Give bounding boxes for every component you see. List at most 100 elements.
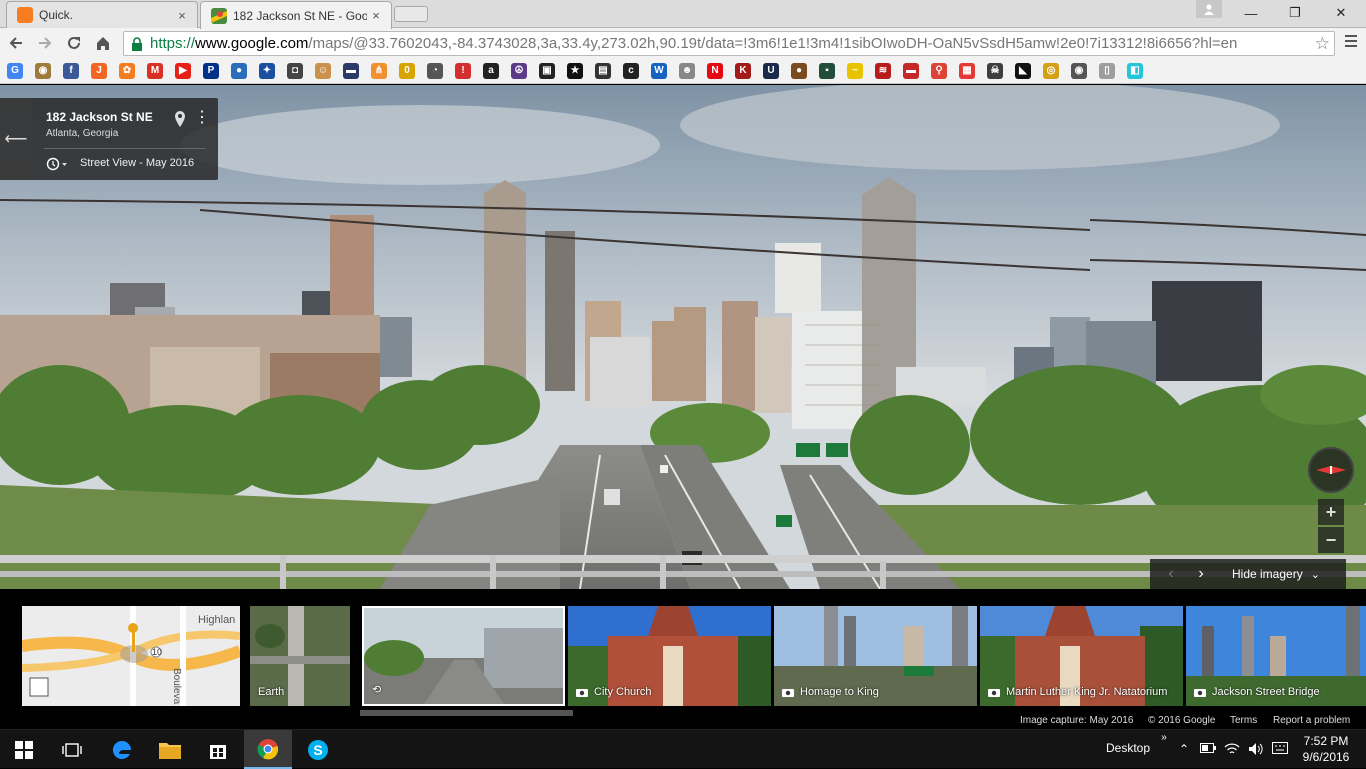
windows-start-icon[interactable] <box>0 730 48 769</box>
camera-lens-icon[interactable]: ◉ <box>1071 62 1087 79</box>
back-arrow-icon[interactable]: ⟵ <box>0 98 32 180</box>
file-explorer-icon[interactable] <box>146 730 194 769</box>
city-church-label: City Church <box>576 686 651 698</box>
homage-to-king-thumbnail[interactable]: Homage to King <box>774 606 977 706</box>
exclaim-icon[interactable]: ! <box>455 62 471 79</box>
hide-imagery-button[interactable]: Hide imagery <box>1232 567 1303 581</box>
bookmark-star-icon[interactable]: ☆ <box>1315 34 1330 54</box>
more-options-icon[interactable]: ⋮ <box>194 110 210 130</box>
zoom-in-button[interactable]: + <box>1318 499 1344 525</box>
car-red-icon[interactable]: ▬ <box>903 62 919 79</box>
wallet-icon[interactable]: ▬ <box>343 62 359 79</box>
texas-icon[interactable]: ✦ <box>259 62 275 79</box>
coin-icon[interactable]: 0 <box>399 62 415 79</box>
pirate-icon[interactable]: ☠ <box>987 62 1003 79</box>
camera-icon <box>988 689 1000 697</box>
star-box-icon[interactable]: ★ <box>567 62 583 79</box>
cat-icon[interactable]: ☻ <box>679 62 695 79</box>
restore-button[interactable]: ❐ <box>1272 0 1318 26</box>
expand-icon[interactable] <box>30 678 48 696</box>
camera-icon[interactable]: ◘ <box>287 62 303 79</box>
globe-icon[interactable]: ● <box>231 62 247 79</box>
map-thumbnail[interactable]: Highlan 10 Bouleva <box>22 606 240 706</box>
home-icon[interactable] <box>91 31 115 55</box>
tab-quick[interactable]: Quick. × <box>6 1 198 28</box>
new-tab-button[interactable] <box>394 6 428 22</box>
report-problem-link[interactable]: Report a problem <box>1273 715 1350 726</box>
forward-arrow-icon[interactable] <box>33 31 57 55</box>
terminal-icon[interactable]: ▪ <box>819 62 835 79</box>
compass-icon[interactable] <box>1308 447 1354 493</box>
keyboard-icon[interactable] <box>1272 742 1288 758</box>
bag-icon[interactable]: ▣ <box>539 62 555 79</box>
task-view-icon[interactable] <box>48 730 96 769</box>
reload-icon[interactable] <box>62 31 86 55</box>
desktop-toolbar-label[interactable]: Desktop <box>1106 741 1150 755</box>
facebook-icon[interactable]: f <box>63 62 79 79</box>
cookie-icon[interactable]: ● <box>791 62 807 79</box>
browser-toolbar: https:// www.google.com /maps/@33.760204… <box>0 28 1366 58</box>
tab-close-icon[interactable]: × <box>367 8 385 23</box>
paypal-icon[interactable]: P <box>203 62 219 79</box>
amazon-icon[interactable]: a <box>483 62 499 79</box>
maps-pin-icon[interactable]: ⚲ <box>931 62 947 79</box>
jackson-street-bridge-thumbnail[interactable]: Jackson Street Bridge <box>1186 606 1366 706</box>
gold-coin-icon[interactable]: ◎ <box>1043 62 1059 79</box>
orange-icon[interactable]: ✿ <box>119 62 135 79</box>
tab-google-maps[interactable]: 182 Jackson St NE - Google Maps × <box>200 1 392 29</box>
terms-link[interactable]: Terms <box>1230 715 1257 726</box>
close-window-button[interactable]: ✕ <box>1318 0 1364 26</box>
address-bar[interactable]: https:// www.google.com /maps/@33.760204… <box>123 31 1335 56</box>
battery-icon[interactable] <box>1200 742 1216 758</box>
gmail-icon[interactable]: M <box>147 62 163 79</box>
next-imagery-button[interactable]: › <box>1186 565 1216 583</box>
city-church-text: City Church <box>594 686 652 698</box>
city-church-thumbnail[interactable]: City Church <box>568 606 771 706</box>
share-icon[interactable]: ⋔ <box>371 62 387 79</box>
homage-to-king-label: Homage to King <box>782 686 879 698</box>
flag-icon[interactable]: ◣ <box>1015 62 1031 79</box>
face-icon[interactable]: ☺ <box>315 62 331 79</box>
history-selector[interactable]: Street View - May 2016 <box>46 157 194 171</box>
circle-face-icon[interactable]: ◔ <box>427 62 443 79</box>
location-pin-icon[interactable] <box>172 110 188 128</box>
street-view-panorama[interactable]: ⟵ 182 Jackson St NE Atlanta, Georgia ⋮ S… <box>0 85 1366 589</box>
j-icon[interactable]: J <box>91 62 107 79</box>
k-icon[interactable]: K <box>735 62 751 79</box>
store-icon[interactable] <box>194 730 242 769</box>
teal-icon[interactable]: ◧ <box>1127 62 1143 79</box>
signal-icon[interactable]: ≋ <box>875 62 891 79</box>
chrome-icon[interactable] <box>244 730 292 769</box>
mustache-icon[interactable]: ~ <box>847 62 863 79</box>
system-clock[interactable]: 7:52 PM 9/6/2016 <box>1300 733 1352 765</box>
user-profile-button[interactable] <box>1196 0 1222 18</box>
google-icon[interactable]: G <box>7 62 23 79</box>
minimize-button[interactable]: — <box>1228 0 1274 26</box>
youtube-icon[interactable]: ▶ <box>175 62 191 79</box>
tab-close-icon[interactable]: × <box>173 8 191 23</box>
zoom-out-button[interactable]: − <box>1318 527 1344 553</box>
previous-imagery-button[interactable]: ‹ <box>1156 565 1186 583</box>
cdt-icon[interactable]: c <box>623 62 639 79</box>
page-icon[interactable]: ▯ <box>1099 62 1115 79</box>
weather-icon[interactable]: W <box>651 62 667 79</box>
toolbar-expand-icon[interactable]: » <box>1156 732 1172 748</box>
earth-thumbnail[interactable]: Earth <box>250 606 350 706</box>
peace-icon[interactable]: ☮ <box>511 62 527 79</box>
chevron-down-icon[interactable]: ⌄ <box>1311 568 1320 581</box>
car-icon[interactable]: ▤ <box>595 62 611 79</box>
ufc-icon[interactable]: U <box>763 62 779 79</box>
red-box-icon[interactable]: ▦ <box>959 62 975 79</box>
skype-icon[interactable]: S <box>294 730 342 769</box>
natatorium-thumbnail[interactable]: Martin Luther King Jr. Natatorium <box>980 606 1183 706</box>
back-arrow-icon[interactable] <box>4 31 28 55</box>
edge-icon[interactable] <box>98 730 146 769</box>
street-view-thumbnail[interactable]: ⟲ <box>362 606 565 706</box>
filmstrip-scrollbar[interactable] <box>360 710 573 716</box>
chrome-menu-icon[interactable] <box>1342 33 1360 53</box>
owl-icon[interactable]: ◉ <box>35 62 51 79</box>
wifi-icon[interactable] <box>1224 742 1240 758</box>
netflix-icon[interactable]: N <box>707 62 723 79</box>
chevron-up-icon[interactable]: ⌃ <box>1176 742 1192 758</box>
volume-icon[interactable] <box>1248 742 1264 758</box>
